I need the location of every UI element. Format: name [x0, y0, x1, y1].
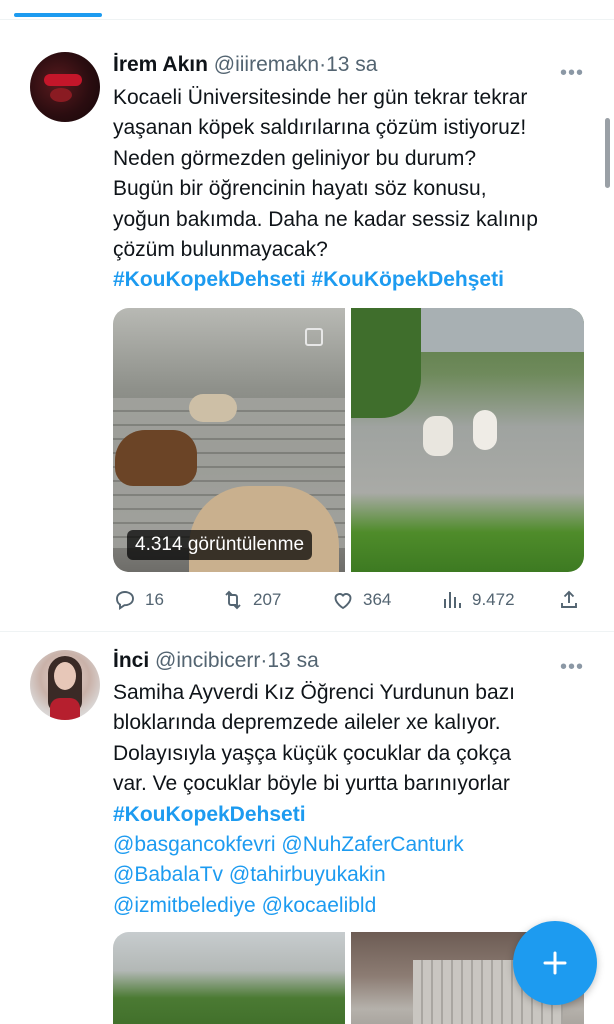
tweet-text-line: bloklarında depremzede aileler xe kalıyo… — [113, 711, 501, 735]
mention-link[interactable]: @NuhZaferCanturk — [281, 833, 463, 856]
author-name[interactable]: İrem Akın — [113, 53, 208, 76]
avatar-face-shape — [54, 662, 76, 690]
active-tab-indicator — [14, 13, 102, 17]
tweet-text-line: Dolayısıyla yaşça küçük çocuklar da çokç… — [113, 741, 512, 765]
more-dots-icon[interactable]: ••• — [560, 656, 584, 679]
tweet-text-line: yaşanan köpek saldırılarına çözüm istiyo… — [113, 116, 527, 140]
top-tab-bar — [0, 0, 614, 20]
hashtag-line: #KouKopekDehseti #KouKöpekDehşeti — [113, 265, 593, 295]
tweet-text-line: var. Ve çocuklar böyle bi yurtta barınıy… — [113, 772, 510, 796]
dog-shape — [189, 394, 237, 422]
avatar[interactable] — [30, 650, 100, 720]
heart-icon — [334, 593, 352, 610]
plus-icon — [543, 951, 567, 975]
hashtag-link[interactable]: #KouKopekDehseti — [113, 268, 306, 291]
retweet-icon — [225, 590, 241, 610]
hashtag-line: #KouKopekDehseti — [113, 800, 593, 830]
tweet-text-line: Samiha Ayverdi Kız Öğrenci Yurdunun bazı — [113, 681, 515, 704]
more-dots-icon[interactable]: ••• — [560, 62, 584, 85]
retweet-button[interactable]: 207 — [221, 586, 281, 614]
tweet-actions: 16 207 364 9.472 — [113, 586, 584, 614]
tweet-text-line: Neden görmezden geliniyor bu durum? — [113, 146, 477, 170]
compose-button[interactable] — [513, 921, 597, 1005]
dog-shape — [423, 416, 453, 456]
mention-line: @izmitbelediye @kocaelibld — [113, 891, 593, 921]
tweet-text: Samiha Ayverdi Kız Öğrenci Yurdunun bazı… — [113, 678, 593, 921]
mention-link[interactable]: @BabalaTv — [113, 863, 223, 886]
analytics-icon — [444, 592, 461, 608]
views-count: 9.472 — [472, 590, 515, 609]
media-photo-right[interactable] — [351, 308, 584, 572]
author-handle[interactable]: @iiiremakn — [214, 53, 319, 76]
tweet-text-line: Bugün bir öğrencinin hayatı söz konusu, — [113, 177, 487, 201]
tweet-text-line: Kocaeli Üniversitesinde her gün tekrar t… — [113, 86, 528, 109]
author-name[interactable]: İnci — [113, 649, 149, 672]
tweet-header: İnci @incibicerr·13 sa — [113, 646, 319, 676]
retweet-count: 207 — [253, 590, 282, 609]
tweet-time[interactable]: 13 sa — [267, 649, 318, 672]
avatar-mask-shape — [44, 74, 82, 86]
tweet-text: Kocaeli Üniversitesinde her gün tekrar t… — [113, 83, 593, 296]
like-button[interactable]: 364 — [331, 586, 391, 614]
mention-line: @BabalaTv @tahirbuyukakin — [113, 860, 593, 890]
tweet-time[interactable]: 13 sa — [326, 53, 377, 76]
mention-link[interactable]: @tahirbuyukakin — [229, 863, 386, 886]
hashtag-link[interactable]: #KouKopekDehseti — [113, 803, 306, 826]
mention-link[interactable]: @izmitbelediye — [113, 894, 256, 917]
tweet-media[interactable] — [113, 932, 584, 1024]
avatar-shirt-shape — [50, 698, 80, 720]
tweet-divider — [0, 631, 614, 632]
like-count: 364 — [363, 590, 392, 609]
reply-icon — [116, 591, 134, 610]
mention-line: @basgancokfevri @NuhZaferCanturk — [113, 830, 593, 860]
mention-link[interactable]: @basgancokfevri — [113, 833, 276, 856]
tweet-text-line: yoğun bakımda. Daha ne kadar sessiz kalı… — [113, 207, 538, 231]
media-badge-icon — [305, 328, 323, 346]
media-photo-left[interactable] — [113, 932, 345, 1024]
avatar[interactable] — [30, 52, 100, 122]
dog-shape — [473, 410, 497, 450]
avatar-lips-shape — [50, 88, 72, 102]
scrollbar[interactable] — [605, 118, 610, 188]
share-icon — [561, 590, 577, 608]
tree-shape — [351, 308, 421, 418]
tweet-media[interactable]: 4.314 görüntülenme — [113, 308, 584, 572]
media-photo-left[interactable]: 4.314 görüntülenme — [113, 308, 345, 572]
dog-shape — [115, 430, 197, 486]
reply-button[interactable]: 16 — [113, 586, 164, 614]
reply-count: 16 — [145, 590, 164, 609]
tweet-header: İrem Akın @iiiremakn·13 sa — [113, 50, 377, 80]
tweet-text-line: çözüm bulunmayacak? — [113, 238, 328, 262]
mention-link[interactable]: @kocaelibld — [262, 894, 377, 917]
hashtag-link[interactable]: #KouKöpekDehşeti — [311, 268, 504, 291]
author-handle[interactable]: @incibicerr — [155, 649, 260, 672]
views-button[interactable]: 9.472 — [440, 586, 515, 614]
media-view-count: 4.314 görüntülenme — [127, 530, 313, 560]
share-button[interactable] — [557, 586, 581, 614]
